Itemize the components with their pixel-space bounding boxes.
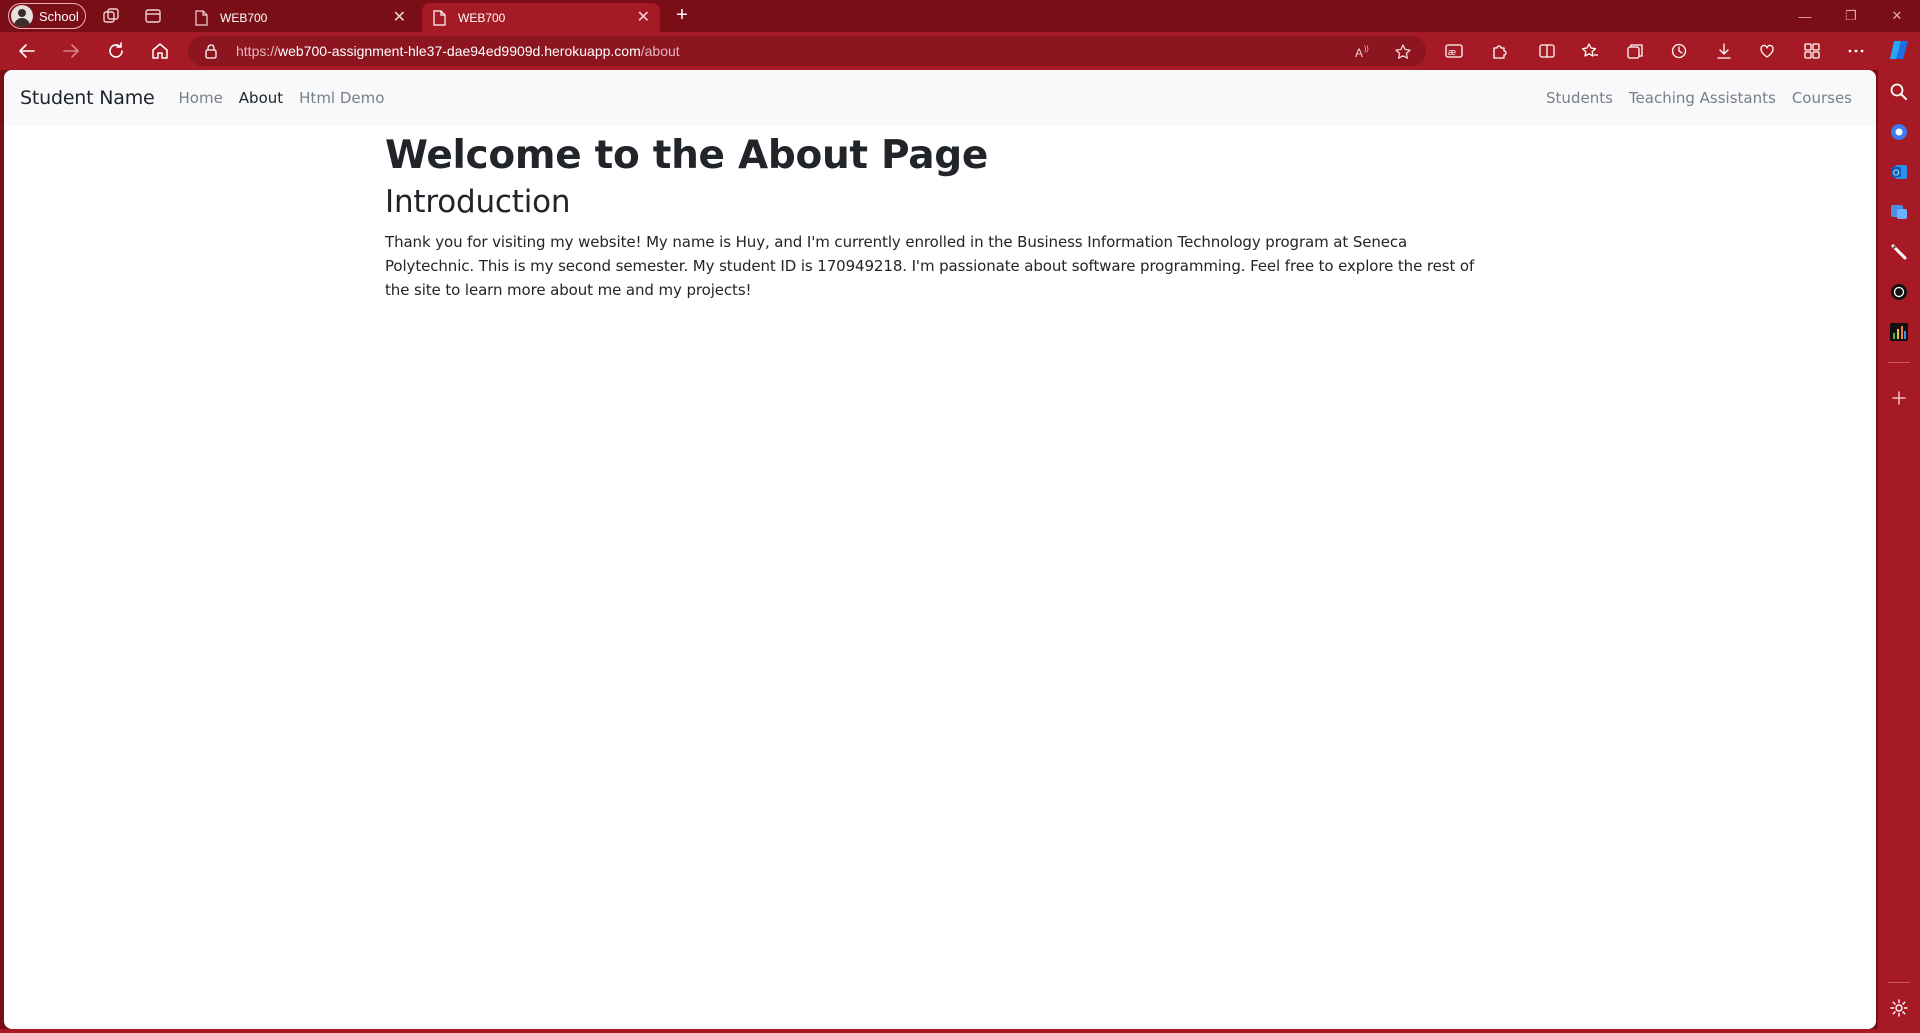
nav-link-home[interactable]: Home [171,89,231,107]
more-options-icon[interactable] [1847,42,1865,60]
tab-web700-2[interactable]: WEB700 ✕ [422,3,660,32]
close-window-icon[interactable]: ✕ [1874,0,1920,32]
sidebar-divider [1888,982,1910,983]
settings-gear-icon[interactable] [1889,998,1909,1018]
page-title: Welcome to the About Page [385,133,989,178]
drawing-tool-icon[interactable] [1889,242,1909,262]
extensions-icon[interactable] [1490,42,1508,60]
split-screen-icon[interactable] [1538,42,1556,60]
close-icon[interactable]: ✕ [393,9,406,26]
copilot-icon[interactable] [1887,38,1911,62]
workspaces-icon[interactable] [102,7,120,25]
svg-text:O: O [1893,169,1899,178]
downloads-icon[interactable] [1715,42,1733,60]
tab-title: WEB700 [220,10,268,25]
profile-button[interactable]: School [8,3,86,29]
url-host: web700-assignment-hle37-dae94ed9909d.her… [278,43,641,59]
tab-strip: School WEB700 ✕ WEB700 ✕ + — ❐ ✕ [0,0,1920,32]
address-bar[interactable]: https://web700-assignment-hle37-dae94ed9… [188,36,1426,66]
read-aloud-icon[interactable]: A )) [1354,43,1372,61]
translate-extension-icon[interactable]: æ [1445,42,1463,60]
main-content: Welcome to the About Page Introduction T… [385,126,1495,302]
web-content: Student Name Home About Html Demo Studen… [4,70,1876,1029]
url-path: /about [640,43,680,59]
restore-icon[interactable]: ❐ [1828,0,1874,32]
home-icon[interactable] [149,40,171,62]
site-navbar: Student Name Home About Html Demo Studen… [4,70,1876,126]
tab-actions-icon[interactable] [144,7,162,25]
charts-app-icon[interactable] [1889,322,1909,342]
collections-icon[interactable] [1626,42,1644,60]
svg-text:)): )) [1364,46,1369,53]
browser-toolbar: https://web700-assignment-hle37-dae94ed9… [0,32,1920,70]
avatar [11,5,33,27]
forward-icon[interactable] [60,40,82,62]
browser-essentials-icon[interactable] [1803,42,1821,60]
tab-web700-1[interactable]: WEB700 ✕ [184,3,416,32]
favorites-icon[interactable] [1581,42,1599,60]
intro-paragraph: Thank you for visiting my website! My na… [385,233,1475,299]
translator-icon[interactable] [1889,202,1909,222]
nav-link-about[interactable]: About [231,89,291,107]
section-heading: Introduction [385,184,571,220]
history-icon[interactable] [1670,42,1688,60]
page-icon [195,9,208,26]
sidebar: O [1878,70,1920,1033]
close-icon[interactable]: ✕ [637,9,650,26]
favorite-star-icon[interactable] [1394,43,1412,61]
sidebar-divider [1888,362,1910,363]
tab-title: WEB700 [458,10,506,25]
chatgpt-icon[interactable] [1889,282,1909,302]
svg-text:æ: æ [1448,47,1456,57]
new-tab-icon[interactable]: + [672,5,692,26]
refresh-icon[interactable] [105,40,127,62]
lock-icon[interactable] [204,43,218,59]
url-scheme: https:// [236,43,279,59]
search-icon[interactable] [1889,82,1909,102]
nav-link-teaching-assistants[interactable]: Teaching Assistants [1621,89,1784,107]
svg-text:A: A [1355,46,1363,60]
nav-link-students[interactable]: Students [1538,89,1621,107]
nav-link-courses[interactable]: Courses [1784,89,1860,107]
copilot-sidebar-icon[interactable] [1889,122,1909,142]
profile-label: School [39,8,79,24]
add-icon[interactable] [1889,388,1909,408]
window-controls: — ❐ ✕ [1782,0,1920,32]
url-text: https://web700-assignment-hle37-dae94ed9… [236,43,680,59]
performance-icon[interactable] [1758,42,1776,60]
back-icon[interactable] [16,40,38,62]
outlook-icon[interactable]: O [1889,162,1909,182]
nav-link-html-demo[interactable]: Html Demo [291,89,392,107]
navbar-brand[interactable]: Student Name [20,87,155,109]
window-bottom-edge [0,1029,1878,1033]
minimize-icon[interactable]: — [1782,0,1828,32]
page-icon [433,9,446,26]
